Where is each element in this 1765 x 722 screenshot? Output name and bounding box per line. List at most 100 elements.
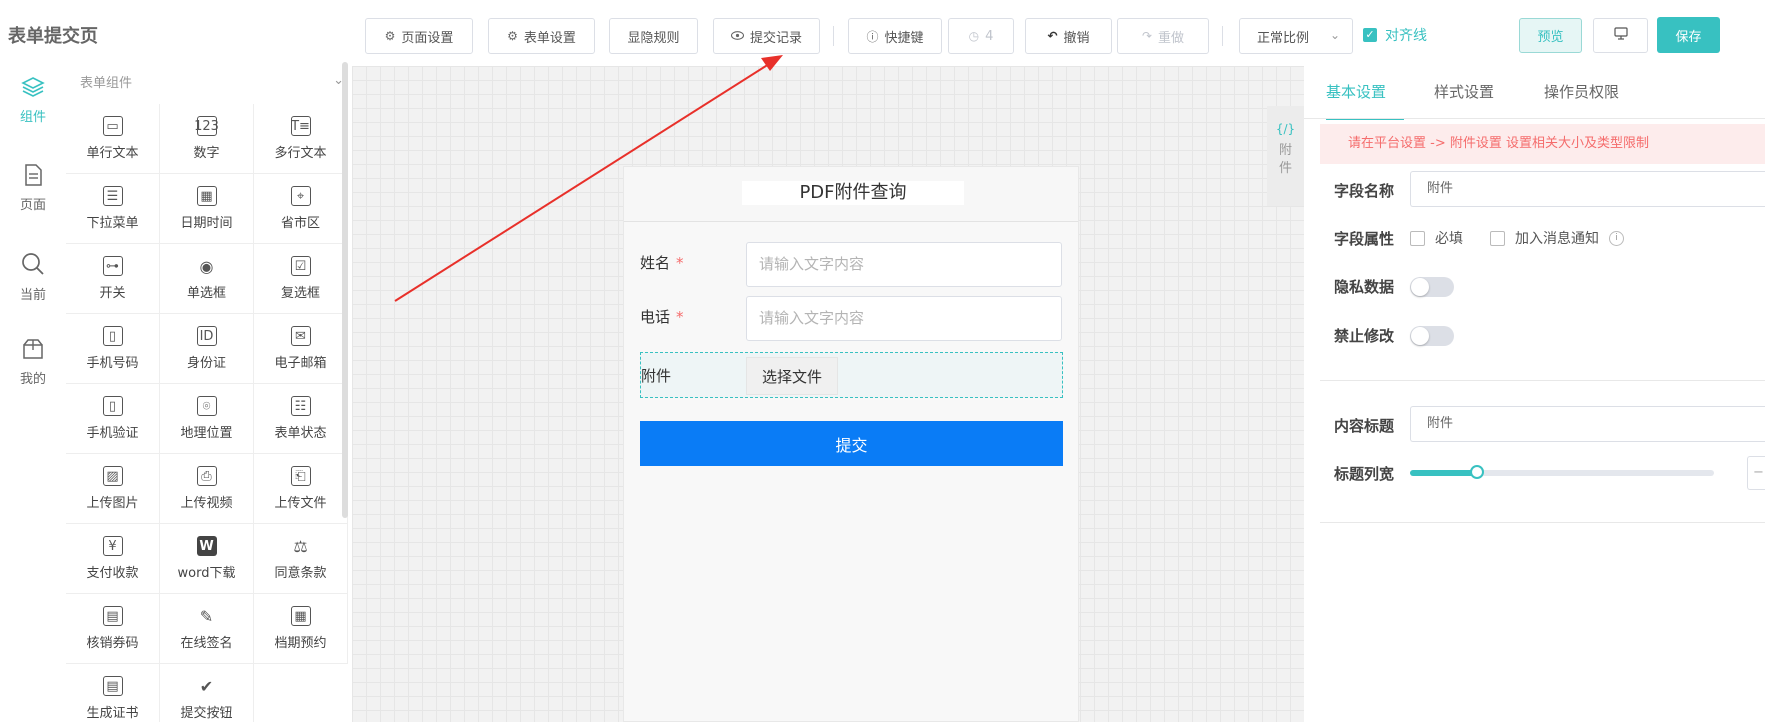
phone-field-label: 电话 * [640, 306, 684, 327]
component-group-title: 表单组件 [80, 76, 133, 91]
image-icon: ▨ [102, 466, 123, 486]
slider-handle[interactable] [1469, 465, 1484, 479]
field-code-tab[interactable]: {/} 附件 [1267, 106, 1304, 206]
component-label: 下拉菜单 [86, 216, 139, 231]
attachment-field[interactable]: 附件 选择文件 [640, 352, 1063, 398]
required-option-label: 必填 [1435, 231, 1463, 247]
component-label: 档期预约 [274, 636, 327, 651]
component-item[interactable]: ⊶ 开关 [66, 244, 160, 314]
component-item[interactable]: ▯ 手机号码 [66, 314, 160, 384]
rail-item-components[interactable]: 组件 [0, 76, 66, 148]
folder-upload-icon: ⎗ [290, 466, 311, 486]
tab-operator-permissions[interactable]: 操作员权限 [1544, 76, 1619, 118]
page-settings-button[interactable]: ⚙ 页面设置 [365, 18, 473, 54]
component-label: 上传视频 [180, 496, 233, 511]
form-settings-button[interactable]: ⚙ 表单设置 [488, 18, 595, 54]
component-label: 手机验证 [86, 426, 139, 441]
rail-item-mine[interactable]: 我的 [0, 338, 66, 410]
component-label: 省市区 [280, 216, 320, 231]
submit-button[interactable]: 提交 [640, 421, 1063, 466]
undo-button[interactable]: ↶ 撤销 [1025, 18, 1112, 54]
device-toggle-button[interactable] [1593, 18, 1648, 53]
choose-file-button[interactable]: 选择文件 [746, 357, 838, 395]
notify-checkbox[interactable]: 加入消息通知 i [1490, 228, 1624, 248]
component-label: 身份证 [186, 356, 226, 371]
name-input[interactable]: 请输入文字内容 [746, 242, 1062, 287]
info-icon[interactable]: i [1609, 230, 1624, 246]
properties-panel: 基本设置 样式设置 操作员权限 请在平台设置 -> 附件设置 设置相关大小及类型… [1304, 66, 1765, 722]
title-width-number-input[interactable]: − [1747, 456, 1765, 490]
component-item[interactable]: ▤ 生成证书 [66, 664, 160, 722]
coupon-icon: ▤ [102, 606, 123, 626]
preview-button[interactable]: 预览 [1519, 18, 1582, 53]
word-icon: W [196, 536, 217, 556]
mobile-icon: ▯ [102, 326, 123, 346]
history-button[interactable]: ◷ 4 [948, 18, 1014, 54]
component-item[interactable]: ▤ 核销券码 [66, 594, 160, 664]
component-item[interactable]: ☷ 表单状态 [254, 384, 348, 454]
tab-style-settings[interactable]: 样式设置 [1434, 76, 1494, 118]
number-icon: 123 [194, 116, 219, 136]
component-item[interactable]: ✎ 在线签名 [160, 594, 254, 664]
rail-item-current[interactable]: 当前 [0, 252, 66, 324]
component-group-header[interactable]: 表单组件 ⌄ [80, 72, 350, 102]
required-checkbox[interactable]: 必填 [1410, 228, 1463, 248]
title-width-label: 标题列宽 [1334, 465, 1395, 483]
check-icon: ✔ [199, 676, 214, 696]
clock-icon: ◷ [968, 29, 980, 43]
layers-icon [21, 76, 45, 102]
component-item[interactable]: ID 身份证 [160, 314, 254, 384]
align-lines-checkbox[interactable]: ✓ 对齐线 [1363, 25, 1427, 45]
component-item[interactable]: ⚖ 同意条款 [254, 524, 348, 594]
field-name-input[interactable]: 附件 [1410, 171, 1765, 207]
tab-label: 操作员权限 [1544, 83, 1620, 101]
component-item[interactable]: ⎗ 上传文件 [254, 454, 348, 524]
component-label: 支付收款 [86, 566, 139, 581]
component-label: 上传文件 [274, 496, 327, 511]
schedule-icon: ▦ [290, 606, 311, 626]
component-item[interactable]: ⌖ 省市区 [254, 174, 348, 244]
readonly-toggle[interactable] [1410, 326, 1454, 346]
submit-records-button[interactable]: 提交记录 [713, 18, 820, 54]
component-item[interactable]: ☑ 复选框 [254, 244, 348, 314]
tab-divider [1304, 118, 1765, 119]
required-mark: * [676, 254, 684, 272]
component-label: 在线签名 [180, 636, 233, 651]
component-item[interactable]: 123 数字 [160, 104, 254, 174]
private-data-label: 隐私数据 [1334, 278, 1395, 296]
toggle-knob [1411, 327, 1429, 345]
component-label: 表单状态 [274, 426, 327, 441]
component-item[interactable]: ⎙ 上传视频 [160, 454, 254, 524]
content-title-input[interactable]: 附件 [1410, 406, 1765, 442]
save-button[interactable]: 保存 [1657, 17, 1720, 53]
component-item[interactable]: ▭ 单行文本 [66, 104, 160, 174]
component-item[interactable]: ⌾ 地理位置 [160, 384, 254, 454]
component-item[interactable]: ¥ 支付收款 [66, 524, 160, 594]
required-mark: * [676, 308, 684, 326]
title-width-slider[interactable] [1410, 465, 1714, 479]
code-icon: {/} [1275, 122, 1296, 136]
visibility-rules-button[interactable]: 显隐规则 [609, 18, 698, 54]
private-data-toggle[interactable] [1410, 277, 1454, 297]
form-title[interactable]: PDF附件查询 [742, 181, 964, 205]
shortcuts-label: 快捷键 [884, 30, 924, 46]
component-item[interactable]: Wword下载 [160, 524, 254, 594]
tab-basic-settings[interactable]: 基本设置 [1326, 76, 1404, 120]
component-item[interactable]: ✔ 提交按钮 [160, 664, 254, 722]
phone-input[interactable]: 请输入文字内容 [746, 296, 1062, 341]
rail-item-page[interactable]: 页面 [0, 164, 66, 236]
component-item[interactable]: ▨ 上传图片 [66, 454, 160, 524]
zoom-select[interactable]: 正常比例 ⌄ [1239, 18, 1353, 54]
component-item[interactable]: ▯ 手机验证 [66, 384, 160, 454]
shortcuts-button[interactable]: ⓘ 快捷键 [848, 18, 942, 54]
component-panel-scrollbar[interactable] [342, 62, 348, 518]
check-icon: ✓ [1363, 28, 1377, 42]
component-item[interactable]: ▦ 日期时间 [160, 174, 254, 244]
component-item[interactable]: ▦ 档期预约 [254, 594, 348, 664]
component-item[interactable]: ◉ 单选框 [160, 244, 254, 314]
redo-button[interactable]: ↷ 重做 [1117, 18, 1209, 54]
component-item[interactable]: ☰ 下拉菜单 [66, 174, 160, 244]
component-item[interactable]: T≡ 多行文本 [254, 104, 348, 174]
chevron-down-icon: ⌄ [1329, 28, 1340, 42]
component-item[interactable]: ✉ 电子邮箱 [254, 314, 348, 384]
